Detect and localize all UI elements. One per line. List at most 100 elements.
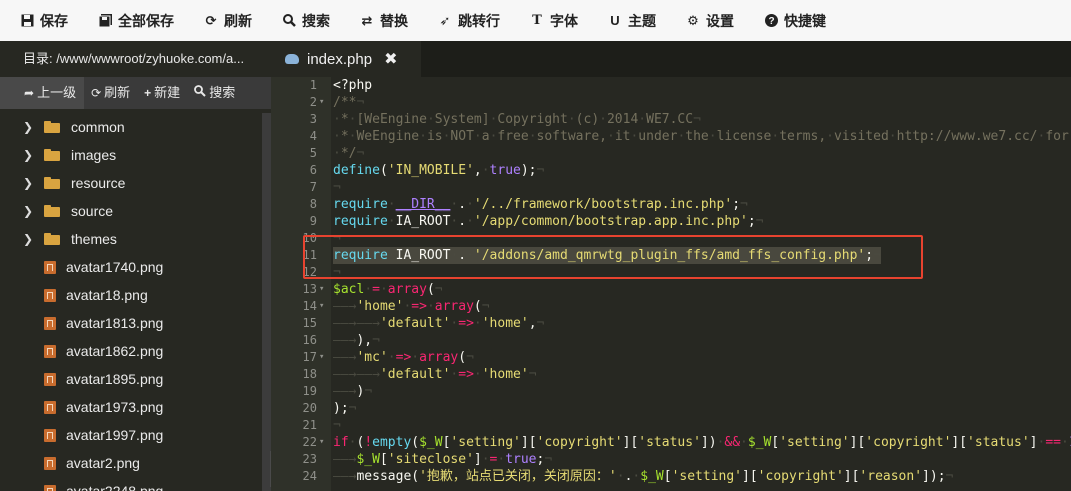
search-button[interactable]: 搜索	[262, 0, 340, 41]
code-text: if·(!empty($_W['setting']['copyright']['…	[333, 435, 1071, 450]
code-text: ·*·WeEngine·is·NOT·a·free·software,·it·u…	[333, 129, 1071, 144]
folder-item[interactable]: ❯ source	[0, 197, 262, 225]
sidebar-scrollbar[interactable]	[262, 113, 271, 491]
goto-line-label: 跳转行	[458, 12, 500, 29]
file-item[interactable]: avatar1895.png	[0, 365, 262, 393]
code-line: 15 ——→——→'default'·=>·'home',¬	[271, 315, 1071, 332]
fold-arrow-icon[interactable]: ▾	[319, 298, 324, 315]
line-number: 17	[302, 350, 317, 364]
code-line: 19 ——→)¬	[271, 383, 1071, 400]
theme-button[interactable]: U 主题	[588, 0, 666, 41]
file-item[interactable]: avatar1813.png	[0, 309, 262, 337]
code-editor[interactable]: 1 <?php 2 ▾/**¬ 3 ·*·[WeEngine·System]·Copy…	[271, 77, 1071, 491]
file-label: avatar1740.png	[66, 259, 164, 275]
refresh-button[interactable]: ⟳ 刷新	[184, 0, 262, 41]
save-button[interactable]: 保存	[0, 0, 78, 41]
code-text: /**¬	[333, 95, 365, 110]
help-icon: ?	[764, 14, 778, 28]
up-level-button[interactable]: ➦ 上一级	[0, 77, 85, 109]
svg-text:?: ?	[768, 16, 774, 27]
line-number: 23	[302, 452, 317, 466]
folder-item[interactable]: ❯ resource	[0, 169, 262, 197]
new-file-label: 新建	[154, 85, 181, 100]
tab-label: index.php	[307, 50, 373, 68]
code-text: ¬	[333, 265, 341, 280]
code-text: ¬	[333, 180, 341, 195]
fold-arrow-icon[interactable]: ▾	[319, 349, 324, 366]
file-item[interactable]: avatar1740.png	[0, 253, 262, 281]
save-all-button[interactable]: 全部保存	[78, 0, 184, 41]
code-text: require·IA_ROOT·.·'/app/common/bootstrap…	[333, 214, 764, 229]
line-number: 20	[302, 401, 317, 415]
folder-icon	[44, 177, 60, 189]
settings-button[interactable]: ⚙ 设置	[666, 0, 744, 41]
folder-icon	[44, 205, 60, 217]
folder-item[interactable]: ❯ themes	[0, 225, 262, 253]
tab-index-php[interactable]: index.php ✖	[271, 41, 421, 77]
line-number: 9	[309, 214, 317, 228]
image-file-icon	[44, 456, 56, 470]
replace-button[interactable]: ⇄ 替换	[340, 0, 418, 41]
file-item[interactable]: avatar1997.png	[0, 421, 262, 449]
refresh-icon: ⟳	[91, 86, 102, 100]
file-label: avatar2248.png	[66, 483, 164, 491]
file-label: avatar1813.png	[66, 315, 164, 331]
line-number: 24	[302, 469, 317, 483]
line-number: 13	[302, 282, 317, 296]
file-item[interactable]: avatar2.png	[0, 449, 262, 477]
code-text: ——→——→'default'·=>·'home',¬	[333, 316, 545, 331]
search-label: 搜索	[302, 12, 330, 29]
line-number: 18	[302, 367, 317, 381]
new-file-button[interactable]: + 新建	[137, 77, 187, 109]
shortcuts-button[interactable]: ? 快捷键	[744, 0, 836, 41]
folder-label: common	[71, 119, 125, 135]
code-line: 3 ·*·[WeEngine·System]·Copyright·(c)·2014…	[271, 111, 1071, 128]
folder-icon	[44, 149, 60, 161]
font-button[interactable]: T 字体	[510, 0, 588, 41]
image-file-icon	[44, 316, 56, 330]
code-line: 8 require·__DIR__·.·'/../framework/bootst…	[271, 196, 1071, 213]
file-item[interactable]: avatar1862.png	[0, 337, 262, 365]
code-line: 4 ·*·WeEngine·is·NOT·a·free·software,·it·…	[271, 128, 1071, 145]
folder-icon	[44, 121, 60, 133]
file-label: avatar1895.png	[66, 371, 164, 387]
close-tab-icon[interactable]: ✖	[384, 49, 397, 69]
sidebar-search-button[interactable]: 搜索	[187, 77, 242, 109]
line-number: 15	[302, 316, 317, 330]
refresh-icon: ⟳	[205, 12, 217, 28]
search-icon	[194, 77, 206, 109]
line-number: 14	[302, 299, 317, 313]
line-number: 8	[309, 197, 317, 211]
sidebar-refresh-button[interactable]: ⟳ 刷新	[84, 77, 137, 109]
code-line: 2 ▾ /**¬	[271, 94, 1071, 111]
sidebar-search-label: 搜索	[209, 85, 236, 100]
folder-item[interactable]: ❯ images	[0, 141, 262, 169]
refresh-label: 刷新	[224, 12, 252, 29]
fold-arrow-icon[interactable]: ▾	[319, 434, 324, 451]
code-line: 10 ¬	[271, 230, 1071, 247]
code-line: 13 ▾ $acl·=·array(¬	[271, 281, 1071, 298]
folder-label: themes	[71, 231, 117, 247]
goto-line-button[interactable]: ➶ 跳转行	[418, 0, 510, 41]
fold-arrow-icon[interactable]: ▾	[319, 281, 324, 298]
file-item[interactable]: avatar1973.png	[0, 393, 262, 421]
code-text: define('IN_MOBILE',·true);¬	[333, 163, 545, 178]
image-file-icon	[44, 400, 56, 414]
code-text: require·__DIR__·.·'/../framework/bootstr…	[333, 197, 748, 212]
file-item[interactable]: avatar18.png	[0, 281, 262, 309]
sidebar-refresh-label: 刷新	[104, 85, 131, 100]
theme-icon: U	[610, 13, 620, 28]
image-file-icon	[44, 428, 56, 442]
code-text: ·*·[WeEngine·System]·Copyright·(c)·2014·…	[333, 112, 701, 127]
font-label: 字体	[550, 12, 578, 29]
code-text: ——→message('抱歉，站点已关闭，关闭原因：'·.·$_W['setti…	[333, 469, 954, 484]
code-text: $acl·=·array(¬	[333, 282, 443, 297]
fold-arrow-icon[interactable]: ▾	[319, 94, 324, 111]
folder-item[interactable]: ❯ common	[0, 113, 262, 141]
file-tree: ❯ common ❯ images ❯ resource ❯ source ❯ theme…	[0, 113, 262, 491]
file-item[interactable]: avatar2248.png	[0, 477, 262, 491]
file-label: avatar1973.png	[66, 399, 164, 415]
code-line: 9 require·IA_ROOT·.·'/app/common/bootstra…	[271, 213, 1071, 230]
search-icon	[282, 14, 296, 28]
chevron-right-icon: ❯	[23, 232, 34, 246]
